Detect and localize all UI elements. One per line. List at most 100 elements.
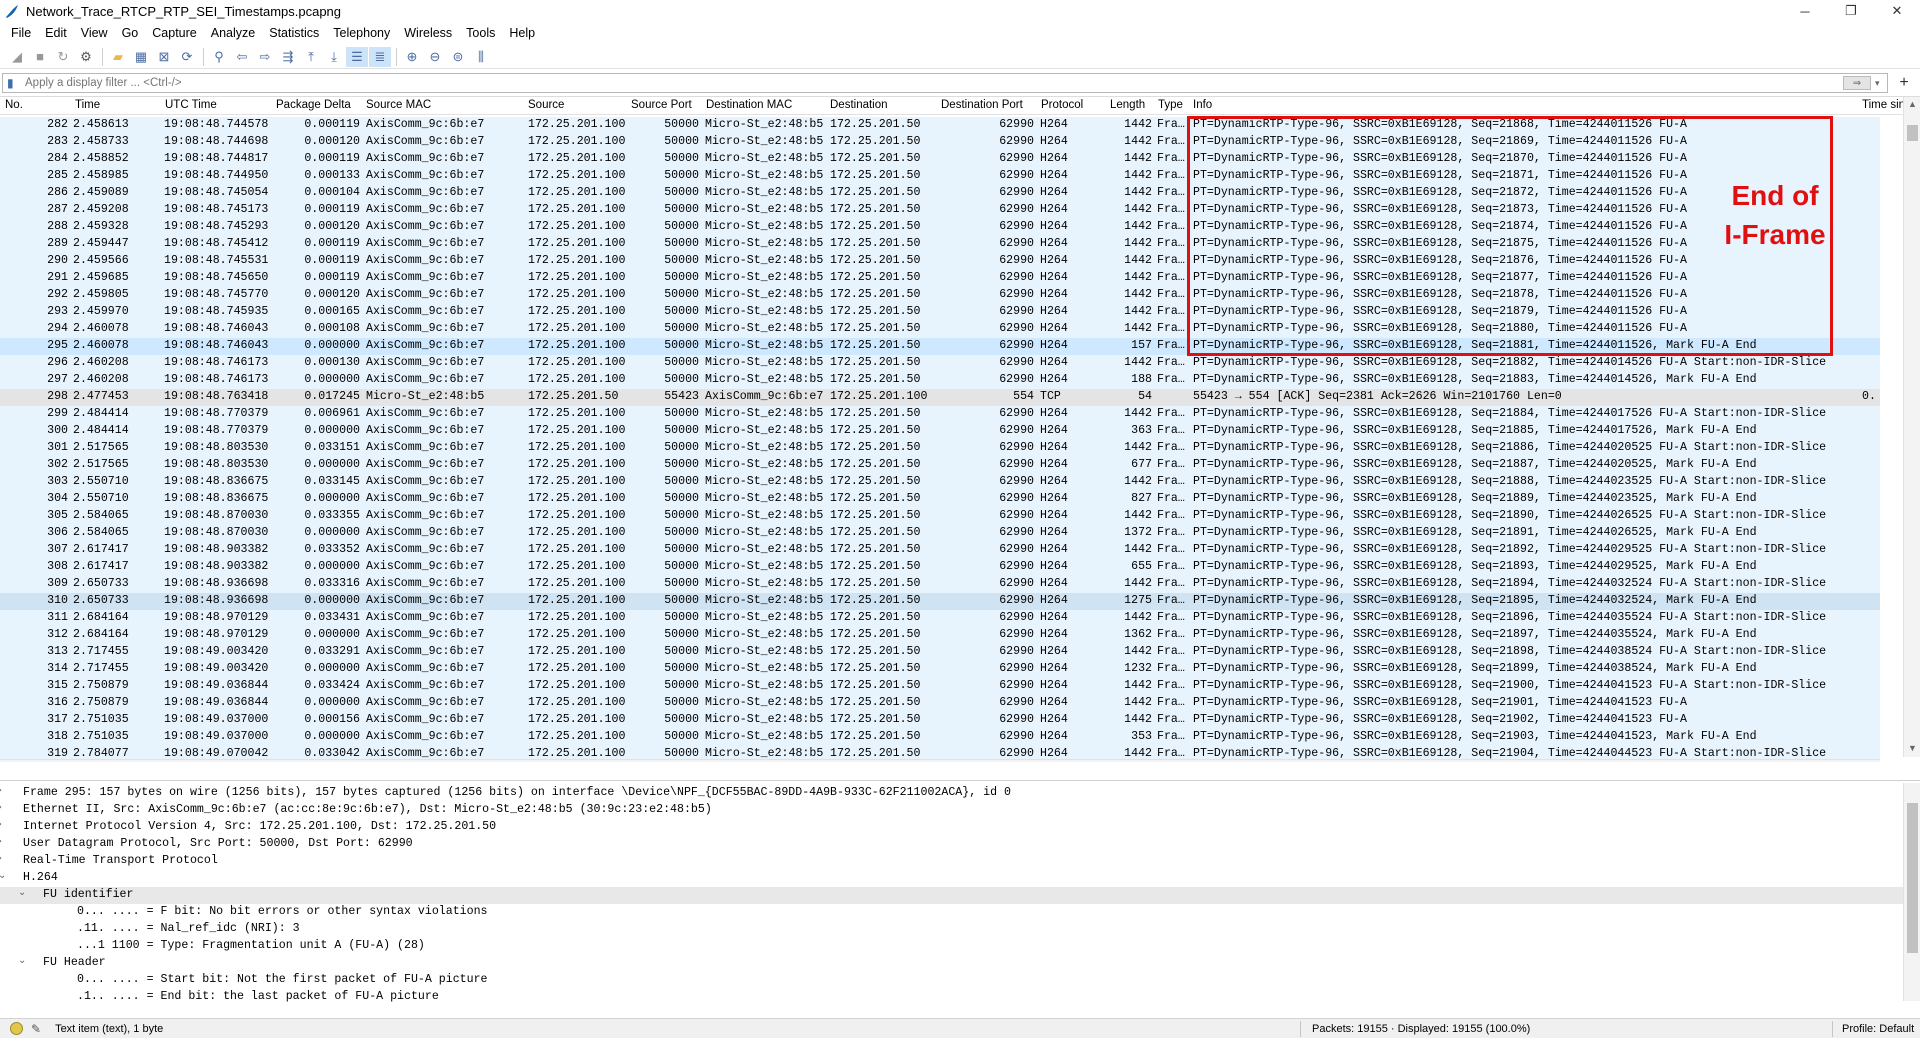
expand-arrow-icon[interactable]: ›: [0, 836, 2, 847]
menu-help[interactable]: Help: [502, 22, 542, 44]
menu-telephony[interactable]: Telephony: [326, 22, 397, 44]
column-header-destination-mac[interactable]: Destination MAC: [706, 99, 792, 111]
start-capture-icon[interactable]: ◢: [6, 47, 28, 67]
menu-view[interactable]: View: [74, 22, 115, 44]
column-header-time-since[interactable]: Time sin: [1862, 99, 1905, 111]
packet-row[interactable]: 297 2.460208 19:08:48.746173 0.000000 AxisCo…: [0, 372, 1880, 389]
normal-size-icon[interactable]: ⊜: [447, 47, 469, 67]
packet-row[interactable]: 301 2.517565 19:08:48.803530 0.033151 AxisCo…: [0, 440, 1880, 457]
packet-row[interactable]: 313 2.717455 19:08:49.003420 0.033291 AxisCo…: [0, 644, 1880, 661]
resize-columns-icon[interactable]: ⫼: [470, 47, 492, 67]
close-icon[interactable]: ✕: [1874, 0, 1920, 22]
column-header-package-delta[interactable]: Package Delta: [276, 99, 351, 111]
detail-tree-item[interactable]: ⌄ FU identifier: [0, 887, 1920, 904]
capture-options-icon[interactable]: ⚙: [75, 47, 97, 67]
packet-row[interactable]: 286 2.459089 19:08:48.745054 0.000104 AxisCo…: [0, 185, 1880, 202]
column-header-time[interactable]: Time: [75, 99, 100, 111]
zoom-in-icon[interactable]: ⊕: [401, 47, 423, 67]
stop-capture-icon[interactable]: ■: [29, 47, 51, 67]
packet-row[interactable]: 312 2.684164 19:08:48.970129 0.000000 AxisCo…: [0, 627, 1880, 644]
column-header-type[interactable]: Type: [1158, 99, 1183, 111]
packet-list-vertical-scrollbar[interactable]: ▲ ▼: [1903, 97, 1920, 757]
scroll-down-icon[interactable]: ▼: [1904, 743, 1920, 753]
packet-row[interactable]: 310 2.650733 19:08:48.936698 0.000000 AxisCo…: [0, 593, 1880, 610]
detail-tree-item[interactable]: › User Datagram Protocol, Src Port: 50000…: [0, 836, 1920, 853]
packet-row[interactable]: 296 2.460208 19:08:48.746173 0.000130 AxisCo…: [0, 355, 1880, 372]
column-header-info[interactable]: Info: [1193, 99, 1212, 111]
save-file-icon[interactable]: ▦: [130, 47, 152, 67]
packet-row[interactable]: 292 2.459805 19:08:48.745770 0.000120 AxisCo…: [0, 287, 1880, 304]
expand-arrow-icon[interactable]: ›: [0, 785, 2, 796]
find-packet-icon[interactable]: ⚲: [208, 47, 230, 67]
packet-row[interactable]: 315 2.750879 19:08:49.036844 0.033424 AxisCo…: [0, 678, 1880, 695]
packet-row[interactable]: 299 2.484414 19:08:48.770379 0.006961 AxisCo…: [0, 406, 1880, 423]
packet-row[interactable]: 284 2.458852 19:08:48.744817 0.000119 AxisCo…: [0, 151, 1880, 168]
collapse-arrow-icon[interactable]: ⌄: [0, 870, 6, 881]
column-header-no[interactable]: No.: [5, 99, 23, 111]
packet-row[interactable]: 291 2.459685 19:08:48.745650 0.000119 AxisCo…: [0, 270, 1880, 287]
detail-tree-item[interactable]: 0... .... = F bit: No bit errors or othe…: [0, 904, 1920, 921]
go-to-packet-icon[interactable]: ⇶: [277, 47, 299, 67]
restore-icon[interactable]: ❐: [1828, 0, 1874, 22]
packet-row[interactable]: 305 2.584065 19:08:48.870030 0.033355 AxisCo…: [0, 508, 1880, 525]
menu-go[interactable]: Go: [115, 22, 146, 44]
expand-arrow-icon[interactable]: ›: [0, 819, 2, 830]
menu-statistics[interactable]: Statistics: [262, 22, 326, 44]
collapse-arrow-icon[interactable]: ⌄: [18, 955, 26, 966]
packet-row[interactable]: 309 2.650733 19:08:48.936698 0.033316 AxisCo…: [0, 576, 1880, 593]
column-header-length[interactable]: Length: [1110, 99, 1145, 111]
column-header-source[interactable]: Source: [528, 99, 564, 111]
packet-row[interactable]: 287 2.459208 19:08:48.745173 0.000119 AxisCo…: [0, 202, 1880, 219]
scroll-right-icon[interactable]: ▶: [1864, 760, 1871, 762]
scrollbar-thumb[interactable]: [1907, 125, 1918, 141]
display-filter-input[interactable]: [25, 77, 1843, 89]
detail-tree-item[interactable]: › Ethernet II, Src: AxisComm_9c:6b:e7 (ac…: [0, 802, 1920, 819]
expand-arrow-icon[interactable]: ›: [0, 802, 2, 813]
packet-row[interactable]: 304 2.550710 19:08:48.836675 0.000000 AxisCo…: [0, 491, 1880, 508]
reload-file-icon[interactable]: ⟳: [176, 47, 198, 67]
menu-analyze[interactable]: Analyze: [204, 22, 262, 44]
bookmark-icon[interactable]: ▮: [7, 76, 21, 90]
column-header-protocol[interactable]: Protocol: [1041, 99, 1083, 111]
column-header-destination[interactable]: Destination: [830, 99, 888, 111]
go-forward-icon[interactable]: ⇨: [254, 47, 276, 67]
packet-row[interactable]: 290 2.459566 19:08:48.745531 0.000119 AxisCo…: [0, 253, 1880, 270]
packet-row[interactable]: 318 2.751035 19:08:49.037000 0.000000 AxisCo…: [0, 729, 1880, 746]
profile-indicator[interactable]: Profile: Default: [1842, 1023, 1914, 1035]
filter-history-dropdown-icon[interactable]: ▾: [1875, 78, 1887, 89]
restart-capture-icon[interactable]: ↻: [52, 47, 74, 67]
packet-row[interactable]: 316 2.750879 19:08:49.036844 0.000000 AxisCo…: [0, 695, 1880, 712]
scroll-left-icon[interactable]: ◀: [4, 760, 11, 762]
detail-tree-item[interactable]: ⌄ H.264: [0, 870, 1920, 887]
scroll-up-icon[interactable]: ▲: [1904, 99, 1920, 109]
packet-row[interactable]: 295 2.460078 19:08:48.746043 0.000000 AxisCo…: [0, 338, 1880, 355]
detail-tree-item[interactable]: › Real-Time Transport Protocol: [0, 853, 1920, 870]
collapse-arrow-icon[interactable]: ⌄: [18, 887, 26, 898]
menu-edit[interactable]: Edit: [38, 22, 74, 44]
menu-file[interactable]: File: [4, 22, 38, 44]
minimize-icon[interactable]: ─: [1782, 0, 1828, 22]
packet-list-horizontal-scrollbar[interactable]: ◀ ▶: [0, 759, 1880, 762]
open-file-icon[interactable]: ▰: [107, 47, 129, 67]
packet-row[interactable]: 300 2.484414 19:08:48.770379 0.000000 AxisCo…: [0, 423, 1880, 440]
detail-tree-item[interactable]: › Internet Protocol Version 4, Src: 172.2…: [0, 819, 1920, 836]
detail-tree-item[interactable]: .11. .... = Nal_ref_idc (NRI): 3: [0, 921, 1920, 938]
packet-row[interactable]: 283 2.458733 19:08:48.744698 0.000120 AxisCo…: [0, 134, 1880, 151]
apply-filter-arrow-icon[interactable]: ⇒: [1843, 76, 1871, 90]
expand-arrow-icon[interactable]: ›: [0, 853, 2, 864]
packet-row[interactable]: 306 2.584065 19:08:48.870030 0.000000 AxisCo…: [0, 525, 1880, 542]
detail-tree-item[interactable]: › Frame 295: 157 bytes on wire (1256 bits…: [0, 785, 1920, 802]
close-file-icon[interactable]: ⊠: [153, 47, 175, 67]
autoscroll-icon[interactable]: ☰: [346, 46, 368, 67]
column-header-source-mac[interactable]: Source MAC: [366, 99, 431, 111]
colorize-icon[interactable]: ≣: [369, 46, 391, 67]
column-header-destination-port[interactable]: Destination Port: [941, 99, 1023, 111]
detail-tree-item[interactable]: .1.. .... = End bit: the last packet of …: [0, 989, 1920, 1002]
first-packet-icon[interactable]: ⤒: [300, 47, 322, 67]
add-filter-button-icon[interactable]: +: [1894, 74, 1914, 92]
packet-row[interactable]: 303 2.550710 19:08:48.836675 0.033145 AxisCo…: [0, 474, 1880, 491]
packet-row[interactable]: 311 2.684164 19:08:48.970129 0.033431 AxisCo…: [0, 610, 1880, 627]
edit-comment-icon[interactable]: ✎: [31, 1022, 41, 1036]
details-vertical-scrollbar[interactable]: [1903, 783, 1920, 1001]
packet-row[interactable]: 289 2.459447 19:08:48.745412 0.000119 AxisCo…: [0, 236, 1880, 253]
